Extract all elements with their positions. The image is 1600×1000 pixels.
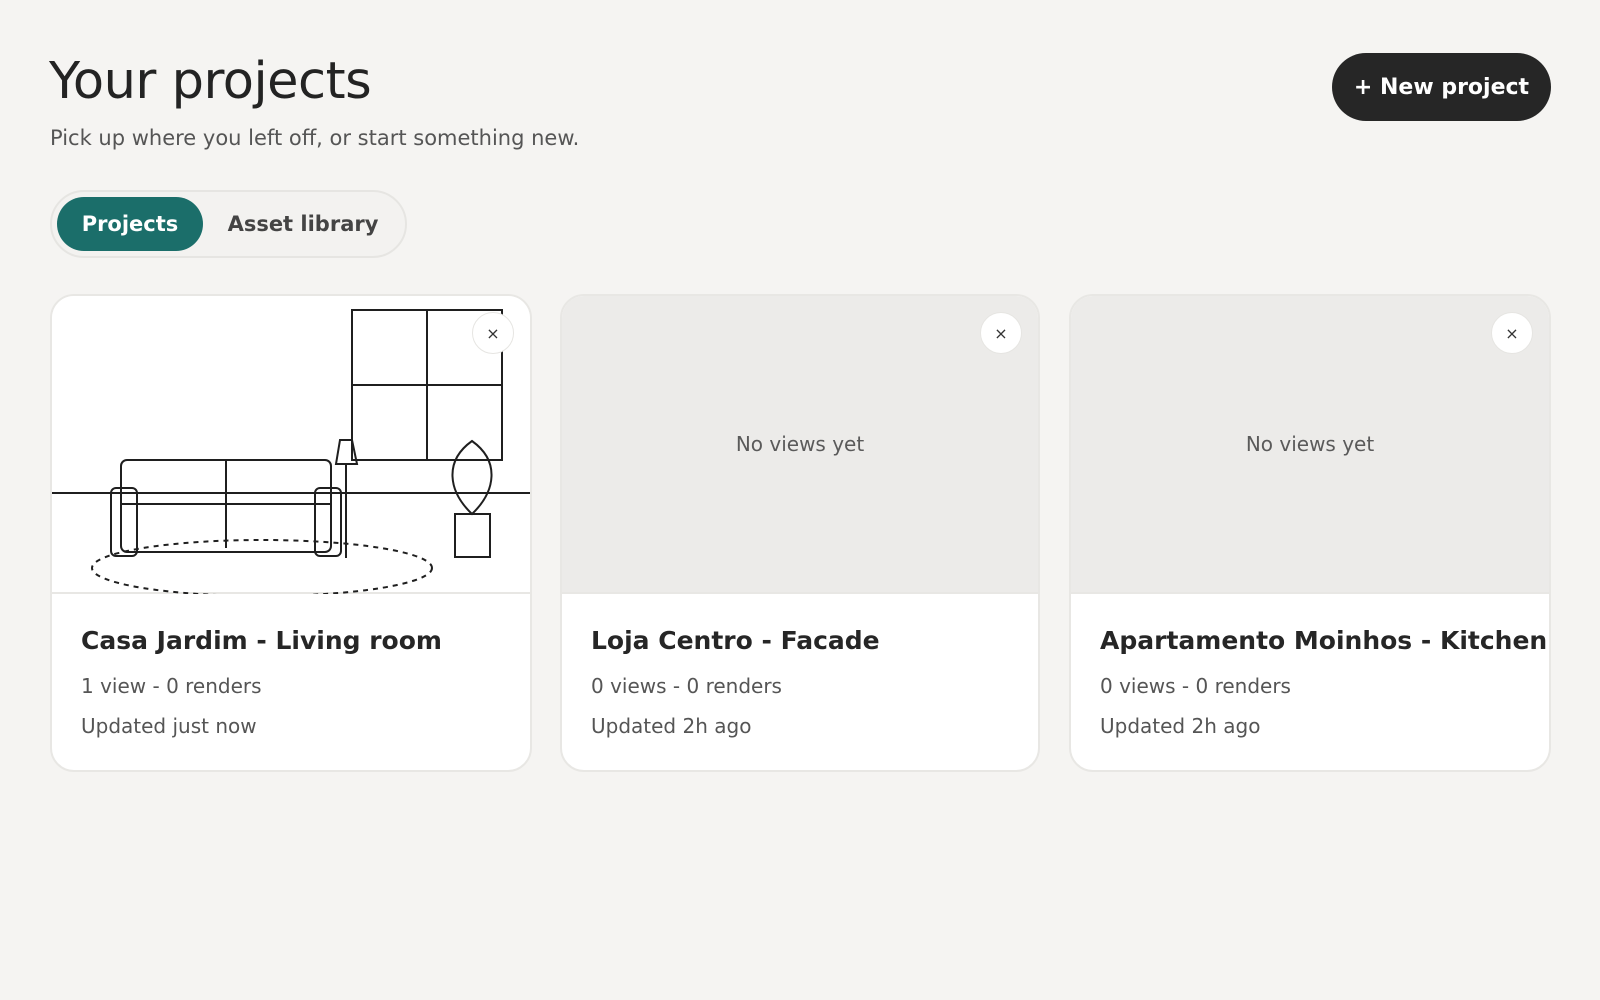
projects-page: Your projects Pick up where you left off…	[0, 0, 1600, 1000]
project-preview-empty: No views yet ×	[562, 296, 1038, 594]
page-subtitle: Pick up where you left off, or start som…	[50, 126, 580, 150]
project-card[interactable]: No views yet × Loja Centro - Facade 0 vi…	[560, 294, 1040, 772]
view-tabs: Projects Asset library	[50, 190, 407, 258]
project-updated: Updated 2h ago	[591, 714, 752, 738]
remove-project-button[interactable]: ×	[980, 312, 1022, 354]
project-title: Apartamento Moinhos - Kitchen	[1100, 626, 1548, 655]
project-preview-empty: No views yet ×	[1071, 296, 1549, 594]
project-card[interactable]: No views yet × Apartamento Moinhos - Kit…	[1069, 294, 1551, 772]
project-title: Casa Jardim - Living room	[81, 626, 442, 655]
new-project-button[interactable]: + New project	[1332, 53, 1551, 121]
project-preview-living-room: ×	[52, 296, 530, 594]
remove-project-button[interactable]: ×	[1491, 312, 1533, 354]
project-card[interactable]: × Casa Jardim - Living room 1 view - 0 r…	[50, 294, 532, 772]
empty-preview-label: No views yet	[1245, 432, 1375, 456]
project-updated: Updated 2h ago	[1100, 714, 1261, 738]
remove-project-button[interactable]: ×	[472, 312, 514, 354]
project-title: Loja Centro - Facade	[591, 626, 880, 655]
project-updated: Updated just now	[81, 714, 257, 738]
project-stats: 1 view - 0 renders	[81, 674, 262, 698]
tab-asset-library[interactable]: Asset library	[203, 197, 403, 251]
page-title: Your projects	[49, 52, 372, 111]
living-room-sketch-image	[52, 309, 530, 594]
project-stats: 0 views - 0 renders	[1100, 674, 1291, 698]
tab-projects[interactable]: Projects	[57, 197, 203, 251]
empty-preview-label: No views yet	[735, 432, 865, 456]
project-stats: 0 views - 0 renders	[591, 674, 782, 698]
